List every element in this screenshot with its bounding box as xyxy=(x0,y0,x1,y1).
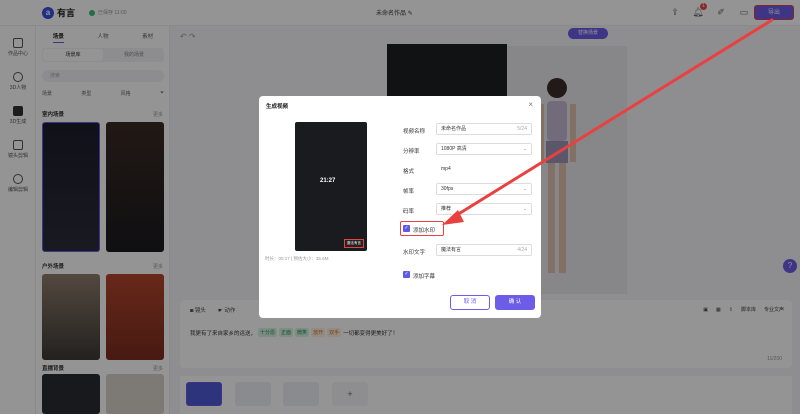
watermark-text-label: 水印文字 xyxy=(403,250,426,256)
preview-clock: 21:27 xyxy=(320,178,336,184)
watermark-preview: 魔法有言 xyxy=(344,239,364,248)
bitrate-select[interactable]: 推荐 ⌄ xyxy=(436,203,532,215)
resolution-value: 1080P 高清 xyxy=(441,146,467,152)
chevron-down-icon: ⌄ xyxy=(522,186,527,192)
bitrate-label: 码率 xyxy=(403,209,415,215)
subtitle-checkbox[interactable]: ✓ xyxy=(403,271,410,278)
format-text: mp4 xyxy=(441,166,451,172)
confirm-button[interactable]: 确 认 xyxy=(495,295,535,310)
watermark-text-input[interactable]: 魔法有言 4/24 xyxy=(436,244,532,256)
chevron-down-icon: ⌄ xyxy=(522,146,527,152)
watermark-checkbox[interactable]: ✓ xyxy=(403,225,410,232)
watermark-char-count: 4/24 xyxy=(517,247,527,253)
video-name-input[interactable]: 未命名作品 5/24 xyxy=(436,123,532,135)
bitrate-value: 推荐 xyxy=(441,206,452,212)
subtitle-toggle-label[interactable]: 添加字幕 xyxy=(413,272,435,280)
fps-label: 帧率 xyxy=(403,189,415,195)
format-label: 格式 xyxy=(403,169,415,175)
video-meta: 时长：00:17 | 预估大小：35.6M xyxy=(265,256,329,261)
chevron-down-icon: ⌄ xyxy=(522,206,527,212)
name-label: 视频名称 xyxy=(403,129,426,135)
fps-select[interactable]: 30fps ⌄ xyxy=(436,183,532,195)
watermark-toggle-label[interactable]: 添加水印 xyxy=(413,226,435,234)
dialog-title: 生成视频 xyxy=(266,104,289,110)
name-char-count: 5/24 xyxy=(517,126,527,132)
generate-video-dialog: 生成视频 × 21:27 魔法有言 时长：00:17 | 预估大小：35.6M … xyxy=(259,96,541,318)
watermark-text-value: 魔法有言 xyxy=(441,247,462,253)
video-name-value: 未命名作品 xyxy=(441,126,467,132)
cancel-button[interactable]: 取 消 xyxy=(450,295,490,310)
close-icon[interactable]: × xyxy=(528,100,533,109)
resolution-label: 分辨率 xyxy=(403,149,420,155)
fps-value: 30fps xyxy=(441,186,454,192)
resolution-select[interactable]: 1080P 高清 ⌄ xyxy=(436,143,532,155)
video-preview: 21:27 魔法有言 xyxy=(295,122,367,251)
format-value: mp4 xyxy=(436,163,532,175)
